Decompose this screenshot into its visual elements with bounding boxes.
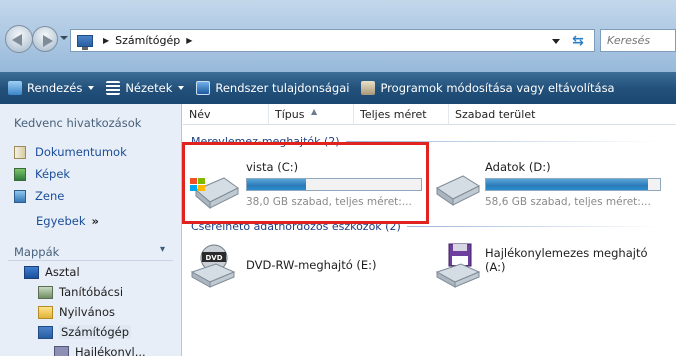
chevron-down-icon xyxy=(88,86,95,90)
organize-label: Rendezés xyxy=(27,81,83,95)
column-headers: Név Típus ▲ Teljes méret Szabad terület xyxy=(183,103,676,125)
explorer-window: ▶ Számítógép ▶ ⇆ Keresés Rendezés Nézete… xyxy=(0,0,676,356)
tree-item-label: Tanítóbácsi xyxy=(59,285,124,299)
drive-name: Hajlékonylemezes meghajtó (A:) xyxy=(485,246,648,274)
drive-name: Adatok (D:) xyxy=(485,160,551,174)
column-total-size[interactable]: Teljes méret xyxy=(354,103,449,125)
floppy-icon xyxy=(54,345,69,356)
music-icon xyxy=(14,189,26,203)
tree-item-floppy[interactable]: Hajlékonyl... xyxy=(54,345,146,356)
favorite-label: Képek xyxy=(35,167,71,181)
computer-icon xyxy=(77,34,93,50)
column-type-label: Típus xyxy=(275,107,305,121)
drive-item-floppy[interactable]: Hajlékonylemezes meghajtó (A:) xyxy=(433,242,673,292)
computer-icon xyxy=(38,325,53,339)
folders-header[interactable]: Mappák xyxy=(14,245,59,259)
system-properties-button[interactable]: Rendszer tulajdonságai xyxy=(196,81,349,95)
programs-icon xyxy=(361,81,376,95)
views-button[interactable]: Nézetek xyxy=(106,81,185,95)
system-properties-icon xyxy=(196,81,211,95)
documents-icon xyxy=(14,145,26,159)
collapse-chevron-icon[interactable]: ▾ xyxy=(160,244,165,255)
tree-item-label: Nyilvános xyxy=(59,305,115,319)
favorite-pictures[interactable]: Képek xyxy=(14,167,70,181)
tree-item-user[interactable]: Tanítóbácsi xyxy=(38,285,123,299)
more-label: Egyebek xyxy=(36,214,86,228)
floppy-drive-icon xyxy=(435,243,481,288)
search-input[interactable]: Keresés xyxy=(600,29,676,52)
group-divider xyxy=(406,226,661,227)
command-toolbar: Rendezés Nézetek Rendszer tulajdonságai … xyxy=(0,72,676,104)
highlight-box xyxy=(182,142,429,224)
folder-icon xyxy=(38,305,53,319)
breadcrumb-separator-icon[interactable]: ▶ xyxy=(186,36,192,45)
address-bar-area: ▶ Számítógép ▶ ⇆ Keresés xyxy=(0,0,676,72)
organize-button[interactable]: Rendezés xyxy=(8,81,95,95)
uninstall-programs-label: Programok módosítása vagy eltávolítása xyxy=(380,81,615,95)
system-properties-label: Rendszer tulajdonságai xyxy=(215,81,350,95)
tree-item-label: Számítógép xyxy=(59,325,132,339)
views-icon xyxy=(106,81,121,95)
tree-item-label: Asztal xyxy=(45,265,80,279)
tree-item-public[interactable]: Nyilvános xyxy=(38,305,115,319)
sort-ascending-icon: ▲ xyxy=(311,106,318,116)
recent-pages-dropdown-icon[interactable] xyxy=(60,36,68,40)
drive-item-d[interactable]: Adatok (D:) 58,6 GB szabad, teljes méret… xyxy=(433,154,673,214)
breadcrumb-computer[interactable]: Számítógép xyxy=(115,34,180,47)
favorite-documents[interactable]: Dokumentumok xyxy=(14,145,127,159)
navigation-pane: Kedvenc hivatkozások Dokumentumok Képek … xyxy=(0,104,182,356)
dvd-icon-label: DVD xyxy=(205,254,222,262)
favorite-label: Zene xyxy=(35,189,65,203)
views-label: Nézetek xyxy=(125,81,173,95)
more-favorites-link[interactable]: Egyebek » xyxy=(36,214,99,228)
back-button[interactable] xyxy=(5,25,33,53)
column-name[interactable]: Név xyxy=(183,103,269,125)
address-dropdown-icon[interactable] xyxy=(552,39,560,44)
chevron-down-icon xyxy=(178,86,185,90)
pictures-icon xyxy=(14,167,26,181)
back-arrow-icon xyxy=(12,34,22,46)
drive-usage-bar xyxy=(485,178,661,191)
drive-name: DVD-RW-meghajtó (E:) xyxy=(246,258,377,272)
tree-item-label: Hajlékonyl... xyxy=(75,345,146,356)
organize-icon xyxy=(8,81,22,95)
double-chevron-right-icon: » xyxy=(91,214,99,228)
tree-item-computer[interactable]: Számítógép xyxy=(38,325,132,339)
dvd-drive-icon: DVD xyxy=(190,244,236,288)
favorite-music[interactable]: Zene xyxy=(14,189,64,203)
refresh-icon[interactable]: ⇆ xyxy=(568,32,588,50)
breadcrumb-separator-icon[interactable]: ▶ xyxy=(103,36,109,45)
address-path[interactable]: ▶ Számítógép ▶ xyxy=(70,29,595,52)
drive-item-dvd[interactable]: DVD DVD-RW-meghajtó (E:) xyxy=(188,242,418,292)
column-type[interactable]: Típus ▲ xyxy=(269,103,354,125)
favorite-label: Dokumentumok xyxy=(35,145,127,159)
user-folder-icon xyxy=(38,285,53,299)
drive-detail: 58,6 GB szabad, teljes méret:... xyxy=(485,196,651,208)
drive-usage-fill xyxy=(486,179,648,190)
uninstall-programs-button[interactable]: Programok módosítása vagy eltávolítása xyxy=(361,81,615,95)
favorites-header: Kedvenc hivatkozások xyxy=(14,116,142,130)
desktop-icon xyxy=(24,265,39,279)
divider xyxy=(8,260,173,261)
forward-button[interactable] xyxy=(32,26,58,52)
tree-item-desktop[interactable]: Asztal xyxy=(24,265,80,279)
column-free-space[interactable]: Szabad terület xyxy=(449,104,559,125)
forward-arrow-icon xyxy=(43,35,53,47)
hard-drive-icon xyxy=(435,175,481,206)
